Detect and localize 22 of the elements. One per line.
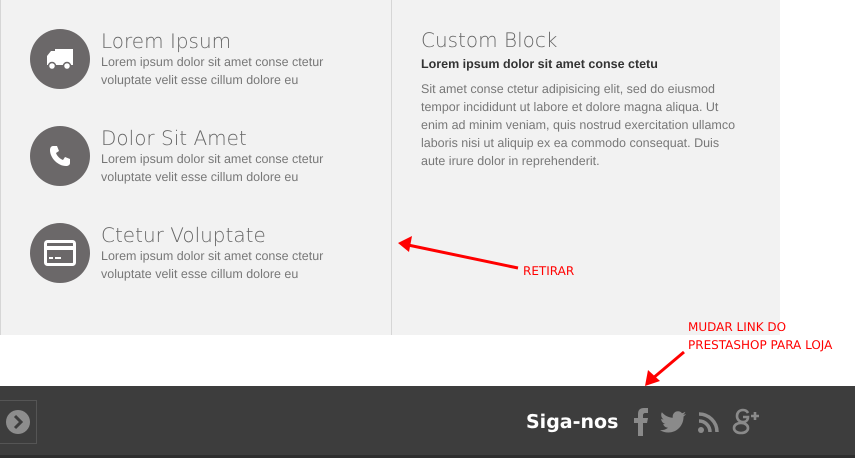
twitter-bird-icon[interactable] (660, 410, 686, 432)
chevron-right-icon (6, 410, 30, 434)
feature-text: Lorem ipsum dolor sit amet conse ctetur voluptate velit esse cillum dolore eu (101, 248, 324, 283)
facebook-icon[interactable] (634, 408, 648, 436)
next-button[interactable] (0, 400, 37, 444)
google-plus-icon[interactable] (732, 408, 760, 436)
feature-text: Lorem ipsum dolor sit amet conse ctetur voluptate velit esse cillum dolore eu (101, 151, 324, 186)
credit-card-icon (44, 240, 76, 266)
truck-icon (45, 47, 75, 71)
annotation-note: MUDAR LINK DO PRESTASHOP PARA LOJA (688, 319, 834, 354)
feature-text: Lorem ipsum dolor sit amet conse ctetur voluptate velit esse cillum dolore eu (101, 54, 324, 89)
feature-title: Ctetur Voluptate (101, 223, 267, 247)
annotation-note: RETIRAR (523, 263, 574, 280)
phone-icon (48, 144, 72, 168)
annotation-arrow (645, 350, 685, 386)
block-subtitle: Lorem ipsum dolor sit amet conse ctetu (421, 57, 659, 71)
feature-title: Dolor Sit Amet (101, 126, 248, 150)
rss-icon[interactable] (698, 410, 720, 432)
block-title: Custom Block (421, 27, 558, 53)
follow-label: Siga-nos (526, 410, 618, 432)
block-text: Sit amet conse ctetur adipisicing elit, sed do eiusmod tempor incididunt ut labore et dolore magna aliqua. Ut enim ad minim veniam, quis nostrud exercitation ullamco laboris nisi ut aliquip ex ea commodo consequat. Duis aute irure dolor in reprehenderit. (421, 81, 736, 170)
feature-title: Lorem Ipsum (101, 29, 232, 53)
